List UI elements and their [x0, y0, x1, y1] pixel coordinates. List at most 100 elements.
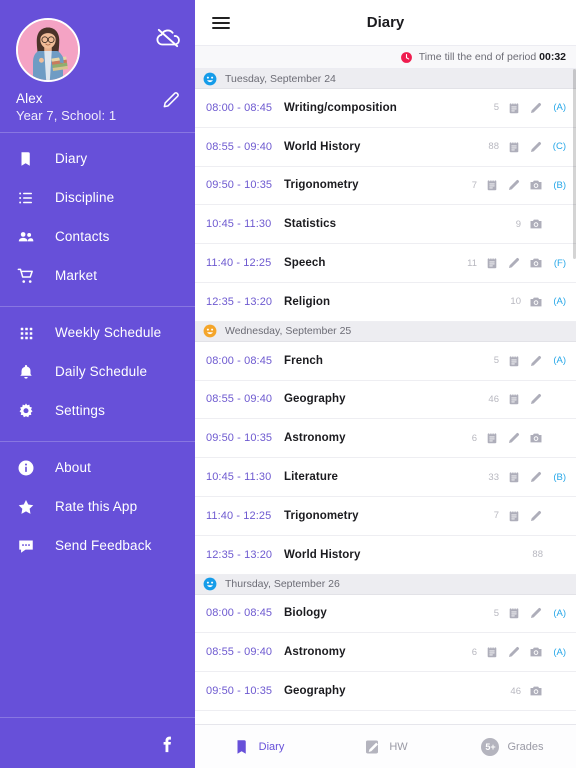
- book-icon: [233, 738, 251, 756]
- sidebar-item-market[interactable]: Market: [0, 256, 195, 295]
- sidebar-item-label: Market: [55, 268, 98, 283]
- lesson-row[interactable]: 09:50 - 10:35 Geography 46: [195, 672, 576, 711]
- lesson-grade[interactable]: (A): [551, 647, 566, 658]
- lesson-row[interactable]: 08:00 - 08:45 French 5 (A): [195, 341, 576, 381]
- note-icon[interactable]: [507, 101, 521, 115]
- lesson-count: 7: [471, 179, 477, 191]
- lesson-count: 5: [493, 607, 499, 619]
- profile-subtitle: Year 7, School: 1: [16, 108, 117, 123]
- sidebar-item-label: Contacts: [55, 229, 110, 244]
- sidebar-item-rate-this-app[interactable]: Rate this App: [0, 487, 195, 526]
- tab-hw[interactable]: HW: [322, 738, 449, 756]
- sidebar-item-discipline[interactable]: Discipline: [0, 178, 195, 217]
- note-icon[interactable]: [485, 178, 499, 192]
- sidebar-item-settings[interactable]: Settings: [0, 391, 195, 430]
- pencil-icon[interactable]: [529, 140, 543, 154]
- lesson-grade[interactable]: (F): [551, 258, 566, 269]
- lesson-row[interactable]: 08:00 - 08:45 Biology 5 (A): [195, 594, 576, 634]
- lesson-row[interactable]: 11:40 - 12:25 Speech 11 (F): [195, 244, 576, 283]
- lesson-row[interactable]: 08:00 - 08:45 Writing/composition 5 (A): [195, 89, 576, 128]
- lesson-count: 11: [467, 257, 477, 269]
- lesson-subject: Biology: [284, 607, 327, 620]
- avatar[interactable]: [16, 18, 80, 82]
- edit-profile-pencil-icon[interactable]: [161, 90, 181, 110]
- diary-list: Tuesday, September 24 08:00 - 08:45 Writin…: [195, 69, 576, 711]
- lesson-row[interactable]: 10:45 - 11:30 Literature 33 (B): [195, 458, 576, 497]
- note-icon[interactable]: [507, 509, 521, 523]
- lesson-time: 08:55 - 09:40: [206, 393, 273, 406]
- sidebar-item-contacts[interactable]: Contacts: [0, 217, 195, 256]
- lesson-grade[interactable]: (A): [551, 296, 566, 307]
- lesson-row[interactable]: 12:35 - 13:20 Religion 10 (A): [195, 282, 576, 322]
- lesson-count: 88: [532, 549, 543, 561]
- tab-diary[interactable]: Diary: [195, 738, 322, 756]
- pencil-icon[interactable]: [529, 354, 543, 368]
- lesson-subject: World History: [284, 548, 361, 561]
- sidebar-item-daily-schedule[interactable]: Daily Schedule: [0, 352, 195, 391]
- diary-scroll-area[interactable]: Tuesday, September 24 08:00 - 08:45 Writin…: [195, 69, 576, 724]
- note-icon[interactable]: [507, 470, 521, 484]
- lesson-row[interactable]: 08:55 - 09:40 World History 88 (C): [195, 127, 576, 167]
- sidebar-item-label: Daily Schedule: [55, 364, 148, 379]
- lesson-row[interactable]: 09:50 - 10:35 Trigonometry 7 (B): [195, 166, 576, 206]
- sidebar-item-send-feedback[interactable]: Send Feedback: [0, 526, 195, 565]
- page-title: Diary: [366, 14, 405, 31]
- lesson-count: 33: [488, 471, 499, 483]
- lesson-grade[interactable]: (A): [551, 608, 566, 619]
- clock-icon: [400, 51, 413, 64]
- lesson-row[interactable]: 10:45 - 11:30 Statistics 9: [195, 205, 576, 245]
- note-icon[interactable]: [485, 645, 499, 659]
- pencil-icon[interactable]: [529, 509, 543, 523]
- note-icon[interactable]: [485, 431, 499, 445]
- note-icon[interactable]: [485, 256, 499, 270]
- lesson-row[interactable]: 09:50 - 10:35 Astronomy 6: [195, 419, 576, 459]
- lesson-subject: World History: [284, 140, 361, 153]
- note-icon[interactable]: [507, 140, 521, 154]
- sidebar-item-about[interactable]: About: [0, 448, 195, 487]
- note-icon[interactable]: [507, 392, 521, 406]
- app-bar: Diary: [195, 0, 576, 46]
- tab-label: HW: [389, 740, 408, 753]
- pencil-icon[interactable]: [507, 431, 521, 445]
- lesson-time: 08:55 - 09:40: [206, 646, 273, 659]
- camera-icon[interactable]: [529, 295, 543, 309]
- camera-icon[interactable]: [529, 684, 543, 698]
- sidebar-item-weekly-schedule[interactable]: Weekly Schedule: [0, 313, 195, 352]
- period-timer-label: Time till the end of period 00:32: [419, 51, 566, 63]
- camera-icon[interactable]: [529, 645, 543, 659]
- lesson-grade[interactable]: (A): [551, 102, 566, 113]
- sidebar-item-label: Discipline: [55, 190, 115, 205]
- pencil-icon[interactable]: [529, 606, 543, 620]
- pencil-icon[interactable]: [529, 392, 543, 406]
- tab-grades[interactable]: 5+ Grades: [449, 737, 576, 756]
- pencil-icon[interactable]: [507, 645, 521, 659]
- pencil-icon[interactable]: [507, 256, 521, 270]
- lesson-subject: Religion: [284, 295, 331, 308]
- lesson-row[interactable]: 11:40 - 12:25 Trigonometry 7: [195, 496, 576, 536]
- lesson-grade[interactable]: (A): [551, 355, 566, 366]
- hamburger-icon[interactable]: [209, 11, 233, 35]
- facebook-icon[interactable]: [157, 732, 179, 754]
- main-content: Diary Time till the end of period 00:32 …: [195, 0, 576, 768]
- cloud-off-icon[interactable]: [155, 25, 181, 51]
- camera-icon[interactable]: [529, 256, 543, 270]
- lesson-subject: Speech: [284, 257, 326, 270]
- lesson-time: 08:55 - 09:40: [206, 140, 273, 153]
- lesson-grade[interactable]: (B): [551, 472, 566, 483]
- lesson-grade[interactable]: (B): [551, 180, 566, 191]
- profile-name: Alex: [16, 91, 43, 106]
- pencil-icon[interactable]: [529, 470, 543, 484]
- note-icon[interactable]: [507, 606, 521, 620]
- lesson-row[interactable]: 08:55 - 09:40 Astronomy 6 (A): [195, 633, 576, 673]
- camera-icon[interactable]: [529, 431, 543, 445]
- lesson-row[interactable]: 08:55 - 09:40 Geography 46: [195, 380, 576, 420]
- note-icon[interactable]: [507, 354, 521, 368]
- lesson-grade[interactable]: (C): [551, 141, 566, 152]
- pencil-icon[interactable]: [507, 178, 521, 192]
- camera-icon[interactable]: [529, 217, 543, 231]
- bottom-navigation: Diary HW 5+ Grades: [195, 724, 576, 768]
- camera-icon[interactable]: [529, 178, 543, 192]
- sidebar-item-diary[interactable]: Diary: [0, 139, 195, 178]
- pencil-icon[interactable]: [529, 101, 543, 115]
- lesson-row[interactable]: 12:35 - 13:20 World History 88: [195, 535, 576, 575]
